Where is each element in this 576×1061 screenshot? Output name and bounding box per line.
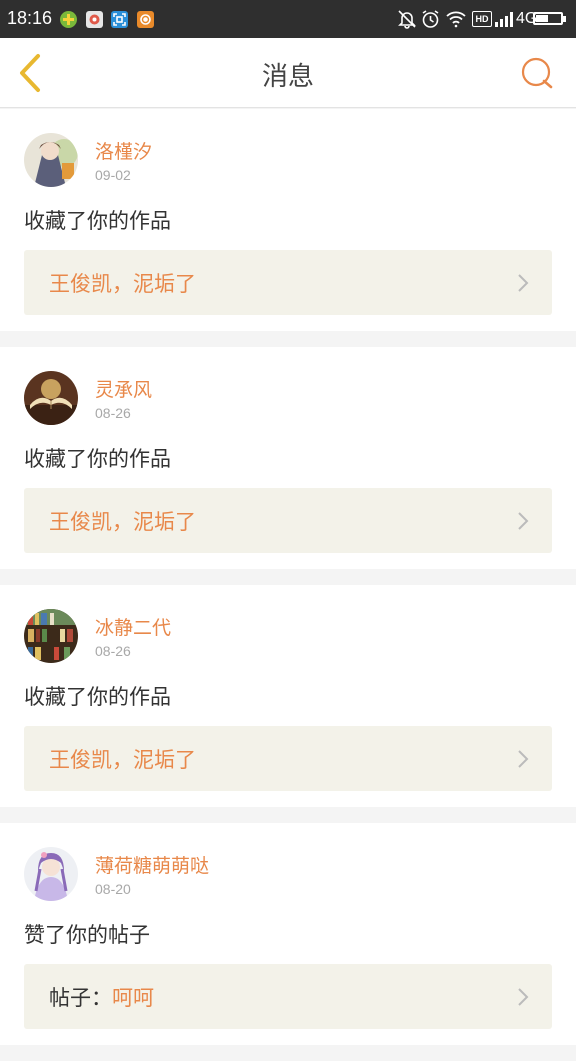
status-time: 18:16 — [7, 8, 53, 28]
message-action: 收藏了你的作品 — [24, 209, 171, 233]
ref-title: 王俊凯，泥垢了 — [49, 748, 196, 772]
signal-icon — [495, 9, 517, 33]
referenced-work-link[interactable]: 王俊凯，泥垢了 — [24, 250, 552, 315]
ref-prefix: 帖子： — [49, 986, 112, 1010]
app-icon-camera — [137, 11, 154, 28]
chevron-right-icon — [518, 988, 529, 1006]
avatar-anime-girl — [24, 133, 78, 187]
message-date: 09-02 — [95, 167, 131, 183]
chevron-right-icon — [518, 512, 529, 530]
status-right-group: HD 4G — [398, 9, 568, 29]
message-date: 08-26 — [95, 643, 131, 659]
message-card: 灵承风 08-26 收藏了你的作品 王俊凯，泥垢了 — [0, 347, 576, 569]
avatar-bookshelf — [24, 609, 78, 663]
message-date: 08-20 — [95, 881, 131, 897]
message-card: 薄荷糖萌萌哒 08-20 赞了你的帖子 帖子：呵呵 — [0, 823, 576, 1045]
battery-tip — [563, 16, 566, 22]
referenced-work-text: 王俊凯，泥垢了 — [49, 506, 196, 536]
hd-icon: HD — [472, 11, 492, 27]
message-action: 赞了你的帖子 — [24, 923, 150, 947]
chevron-right-icon — [518, 274, 529, 292]
username[interactable]: 冰静二代 — [95, 613, 171, 640]
referenced-post-link[interactable]: 帖子：呵呵 — [24, 964, 552, 1029]
message-date: 08-26 — [95, 405, 131, 421]
username[interactable]: 薄荷糖萌萌哒 — [95, 851, 209, 878]
avatar[interactable] — [24, 371, 78, 425]
message-card: 洛槿汐 09-02 收藏了你的作品 王俊凯，泥垢了 — [0, 109, 576, 331]
message-list: 洛槿汐 09-02 收藏了你的作品 王俊凯，泥垢了 灵承风 08-26 收藏了你… — [0, 109, 576, 1061]
mute-icon — [398, 9, 416, 33]
referenced-work-text: 王俊凯，泥垢了 — [49, 268, 196, 298]
alarm-icon — [421, 9, 440, 33]
wifi-icon — [445, 9, 467, 33]
ref-title: 呵呵 — [112, 986, 154, 1010]
chevron-right-icon — [518, 750, 529, 768]
page-title: 消息 — [261, 62, 314, 92]
message-action: 收藏了你的作品 — [24, 447, 171, 471]
username[interactable]: 灵承风 — [95, 375, 152, 402]
status-bar: 18:16 HD 4G — [0, 0, 576, 38]
app-icon-green — [60, 11, 77, 28]
username[interactable]: 洛槿汐 — [95, 137, 152, 164]
message-action: 收藏了你的作品 — [24, 685, 171, 709]
avatar[interactable] — [24, 609, 78, 663]
ref-title: 王俊凯，泥垢了 — [49, 510, 196, 534]
avatar[interactable] — [24, 847, 78, 901]
search-icon — [521, 57, 553, 89]
avatar-open-book — [24, 371, 78, 425]
avatar[interactable] — [24, 133, 78, 187]
top-navigation-bar: 消息 — [0, 38, 576, 108]
ref-title: 王俊凯，泥垢了 — [49, 272, 196, 296]
referenced-work-link[interactable]: 王俊凯，泥垢了 — [24, 488, 552, 553]
battery-icon — [533, 12, 563, 25]
search-button[interactable] — [520, 56, 554, 90]
referenced-work-text: 王俊凯，泥垢了 — [49, 744, 196, 774]
referenced-post-text: 帖子：呵呵 — [49, 982, 154, 1012]
referenced-work-link[interactable]: 王俊凯，泥垢了 — [24, 726, 552, 791]
avatar-anime-girl-purple — [24, 847, 78, 901]
app-icon-gallery — [86, 11, 103, 28]
message-card: 冰静二代 08-26 收藏了你的作品 王俊凯，泥垢了 — [0, 585, 576, 807]
app-icon-scan — [111, 11, 128, 28]
